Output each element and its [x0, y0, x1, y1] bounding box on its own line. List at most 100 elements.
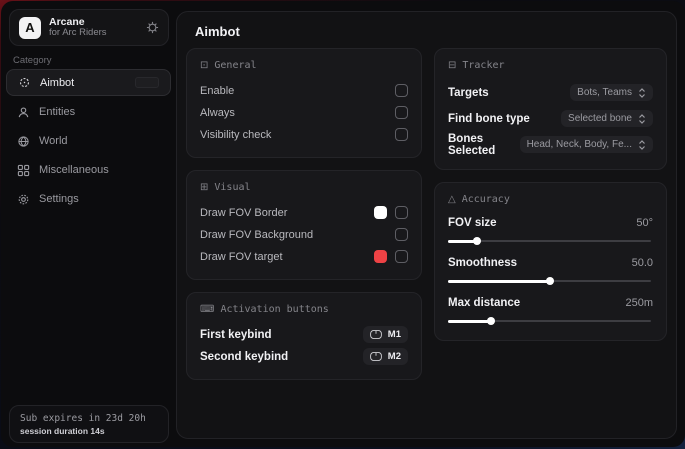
slider-fill: [448, 280, 551, 283]
setting-row-always: Always: [200, 102, 408, 123]
session-duration-text: session duration 14s: [20, 426, 158, 436]
fov-target-checkbox[interactable]: [395, 250, 408, 263]
activation-buttons-card: ⌨ Activation buttons First keybind: [186, 292, 422, 380]
setting-label: Max distance: [448, 297, 520, 309]
dropdown-value: Selected bone: [568, 113, 632, 124]
keybind-value: M2: [388, 351, 401, 362]
sidebar-item-entities[interactable]: Entities: [6, 99, 171, 125]
visual-card-header: ⊞ Visual: [200, 182, 408, 193]
dropdown-value: Head, Neck, Body, Fe...: [527, 139, 632, 150]
app-meta: Arcane for Arc Riders: [49, 16, 138, 39]
setting-row-find-bone-type: Find bone type Selected bone: [448, 106, 653, 131]
sidebar: A Arcane for Arc Riders Category: [1, 1, 176, 447]
visual-icon: ⊞: [200, 182, 208, 193]
slider-knob[interactable]: [473, 237, 481, 245]
slider-fill: [448, 320, 491, 323]
general-card-title: General: [214, 60, 256, 71]
setting-row-bones-selected: Bones Selected Head, Neck, Body, Fe...: [448, 132, 653, 157]
setting-value: 250m: [625, 297, 653, 309]
setting-label: Find bone type: [448, 113, 530, 125]
second-keybind-button[interactable]: M2: [363, 348, 408, 365]
setting-value: 50.0: [632, 257, 653, 269]
keybind-badge: [135, 77, 159, 88]
visual-card: ⊞ Visual Draw FOV Border Draw FOV Backgr…: [186, 170, 422, 280]
tracker-card-header: ⊟ Tracker: [448, 60, 653, 71]
category-label: Category: [13, 55, 52, 66]
sidebar-item-settings[interactable]: Settings: [6, 186, 171, 212]
chevron-up-down-icon: [638, 114, 646, 124]
setting-row-max-distance: Max distance 250m: [448, 294, 653, 328]
globe-icon: [17, 135, 30, 148]
gear-icon[interactable]: [146, 21, 159, 34]
setting-label: Second keybind: [200, 351, 288, 363]
crosshair-icon: [18, 76, 31, 89]
tracker-card: ⊟ Tracker Targets Bots, Teams: [434, 48, 667, 170]
grid-icon: [17, 164, 30, 177]
setting-row-targets: Targets Bots, Teams: [448, 80, 653, 105]
setting-row-fov-background: Draw FOV Background: [200, 224, 408, 245]
setting-label: First keybind: [200, 329, 272, 341]
general-card-header: ⊡ General: [200, 60, 408, 71]
setting-row-second-keybind: Second keybind M2: [200, 346, 408, 367]
sidebar-item-aimbot[interactable]: Aimbot: [6, 69, 171, 96]
sidebar-item-label: Entities: [39, 106, 75, 118]
accuracy-card-header: △ Accuracy: [448, 194, 653, 205]
tracker-card-title: Tracker: [462, 60, 504, 71]
keyboard-icon: ⌨: [200, 304, 214, 315]
fov-size-slider[interactable]: [448, 234, 653, 248]
sidebar-nav: Aimbot Entities: [6, 69, 171, 215]
setting-label: Visibility check: [200, 129, 271, 141]
visibility-check-checkbox[interactable]: [395, 128, 408, 141]
find-bone-type-dropdown[interactable]: Selected bone: [561, 110, 653, 127]
sidebar-item-label: Aimbot: [40, 77, 74, 89]
tracker-icon: ⊟: [448, 60, 456, 71]
accuracy-card-title: Accuracy: [462, 194, 510, 205]
enable-checkbox[interactable]: [395, 84, 408, 97]
sidebar-item-miscellaneous[interactable]: Miscellaneous: [6, 157, 171, 183]
general-card: ⊡ General Enable Always Visibility check: [186, 48, 422, 158]
setting-row-enable: Enable: [200, 80, 408, 101]
setting-label: Targets: [448, 87, 489, 99]
fov-background-checkbox[interactable]: [395, 228, 408, 241]
accuracy-card: △ Accuracy FOV size 50°: [434, 182, 667, 341]
activation-card-header: ⌨ Activation buttons: [200, 304, 408, 315]
fov-border-checkbox[interactable]: [395, 206, 408, 219]
setting-row-fov-size: FOV size 50°: [448, 214, 653, 248]
accuracy-icon: △: [448, 194, 456, 205]
setting-label: Draw FOV Border: [200, 207, 287, 219]
mouse-icon: [370, 330, 382, 339]
first-keybind-button[interactable]: M1: [363, 326, 408, 343]
sidebar-item-label: Settings: [39, 193, 79, 205]
setting-label: Draw FOV Background: [200, 229, 313, 241]
mouse-icon: [370, 352, 382, 361]
setting-row-fov-border: Draw FOV Border: [200, 202, 408, 223]
setting-value: 50°: [636, 217, 653, 229]
sub-expiry-text: Sub expires in 23d 20h: [20, 413, 158, 424]
setting-label: Always: [200, 107, 235, 119]
app-window: A Arcane for Arc Riders Category: [1, 1, 685, 447]
always-checkbox[interactable]: [395, 106, 408, 119]
sidebar-item-label: Miscellaneous: [39, 164, 109, 176]
sidebar-item-world[interactable]: World: [6, 128, 171, 154]
gear-icon: [17, 193, 30, 206]
general-icon: ⊡: [200, 60, 208, 71]
bones-selected-dropdown[interactable]: Head, Neck, Body, Fe...: [520, 136, 653, 153]
app-header-card: A Arcane for Arc Riders: [9, 9, 169, 46]
keybind-value: M1: [388, 329, 401, 340]
page-title: Aimbot: [195, 24, 676, 39]
smoothness-slider[interactable]: [448, 274, 653, 288]
fov-target-color-swatch[interactable]: [374, 250, 387, 263]
fov-border-color-swatch[interactable]: [374, 206, 387, 219]
slider-knob[interactable]: [487, 317, 495, 325]
visual-card-title: Visual: [214, 182, 250, 193]
app-logo: A: [19, 17, 41, 39]
max-distance-slider[interactable]: [448, 314, 653, 328]
setting-label: Smoothness: [448, 257, 517, 269]
subscription-info-card: Sub expires in 23d 20h session duration …: [9, 405, 169, 443]
setting-row-fov-target: Draw FOV target: [200, 246, 408, 267]
setting-label: FOV size: [448, 217, 497, 229]
targets-dropdown[interactable]: Bots, Teams: [570, 84, 653, 101]
slider-knob[interactable]: [546, 277, 554, 285]
main-panel: Aimbot ⊡ General Enable Always: [176, 11, 677, 439]
entities-icon: [17, 106, 30, 119]
